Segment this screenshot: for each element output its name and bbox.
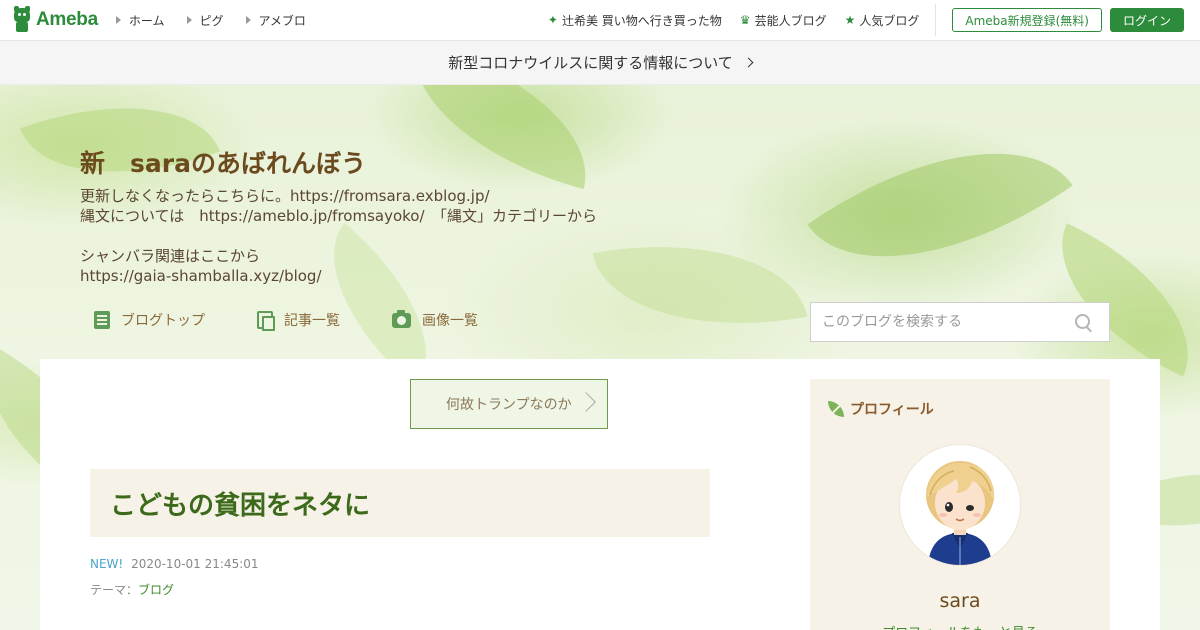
notice-text: 新型コロナウイルスに関する情報について xyxy=(448,54,733,72)
avatar-illustration xyxy=(926,461,995,565)
blog-nav: ブログトップ 記事一覧 画像一覧 xyxy=(94,309,530,331)
blog-description-line: シャンバラ関連はここから xyxy=(80,247,261,265)
profile-heading: プロフィール xyxy=(828,399,934,419)
article-meta: NEW! 2020-10-01 21:45:01 xyxy=(90,557,259,571)
nav-pigg-link[interactable]: ピグ xyxy=(186,12,224,29)
blog-top-link[interactable]: ブログトップ xyxy=(94,310,205,330)
ameba-logo[interactable]: Ameba xyxy=(12,6,98,32)
leaf-icon xyxy=(828,401,844,417)
profile-name[interactable]: sara xyxy=(810,590,1110,612)
blog-title[interactable]: 新 saraのあばれんぼう xyxy=(80,144,366,180)
popular-blog-link[interactable]: ★ 人気ブログ xyxy=(845,12,920,29)
trending-link[interactable]: ✦ 辻希美 買い物へ行き買った物 xyxy=(548,12,722,29)
theme-label: テーマ： xyxy=(90,583,139,597)
profile-card: プロフィール sara プロフィ xyxy=(810,379,1110,630)
article-title[interactable]: こどもの貧困をネタに xyxy=(90,469,710,537)
blog-description-line: https://gaia-shamballa.xyz/blog/ xyxy=(80,267,322,285)
image-list-link[interactable]: 画像一覧 xyxy=(392,309,478,330)
register-button[interactable]: Ameba新規登録(無料) xyxy=(952,8,1102,32)
logo-text: Ameba xyxy=(36,9,98,30)
article-theme: テーマ：ブログ xyxy=(90,581,174,598)
blog-search xyxy=(810,302,1110,342)
new-badge: NEW! xyxy=(90,557,124,571)
chevron-right-icon xyxy=(576,392,596,412)
documents-icon xyxy=(257,311,275,331)
triangle-right-icon xyxy=(186,16,192,24)
camera-icon xyxy=(392,309,411,328)
blog-search-input[interactable] xyxy=(811,314,1061,330)
blog-description-line: 更新しなくなったらこちらに。https://fromsara.exblog.jp… xyxy=(80,187,490,205)
article-list-link[interactable]: 記事一覧 xyxy=(257,310,340,331)
ameba-mascot-icon xyxy=(12,6,32,32)
theme-link[interactable]: ブログ xyxy=(138,583,174,597)
nav-home-link[interactable]: ホーム xyxy=(115,12,165,29)
star-icon: ★ xyxy=(844,13,856,27)
crown-icon: ♛ xyxy=(739,13,751,27)
triangle-right-icon xyxy=(115,16,121,24)
chevron-right-icon xyxy=(743,57,754,68)
list-icon xyxy=(94,311,110,329)
profile-more-link[interactable]: プロフィールをもっと見る xyxy=(810,622,1110,630)
header-divider xyxy=(935,4,937,36)
previous-article-link[interactable]: 何故トランプなのか xyxy=(410,379,608,429)
article-datetime: 2020-10-01 21:45:01 xyxy=(131,557,259,571)
global-nav-right: ✦ 辻希美 買い物へ行き買った物 ♛ 芸能人ブログ ★ 人気ブログ Ameba新規登録… xyxy=(530,4,1184,36)
blog-description-line: 縄文については https://ameblo.jp/fromsayoko/ 「縄… xyxy=(80,207,598,225)
global-header: Ameba ホーム ピグ アメブロ ✦ 辻希美 買い物へ行き買った物 ♛ 芸能人ブロ… xyxy=(0,0,1200,41)
login-button[interactable]: ログイン xyxy=(1109,8,1184,32)
celebrity-blog-link[interactable]: ♛ 芸能人ブログ xyxy=(740,12,827,29)
covid-notice-link[interactable]: 新型コロナウイルスに関する情報について xyxy=(0,41,1200,85)
sparkle-icon: ✦ xyxy=(547,13,558,27)
blog-description: 更新しなくなったらこちらに。https://fromsara.exblog.jp… xyxy=(80,186,597,286)
nav-ameblo-link[interactable]: アメブロ xyxy=(245,12,306,29)
blog-description-line xyxy=(80,226,597,246)
global-nav-left: ホーム ピグ アメブロ xyxy=(115,12,328,29)
avatar[interactable] xyxy=(900,445,1020,565)
previous-article-title: 何故トランプなのか xyxy=(446,397,572,413)
triangle-right-icon xyxy=(245,16,251,24)
search-icon[interactable] xyxy=(1075,314,1093,332)
